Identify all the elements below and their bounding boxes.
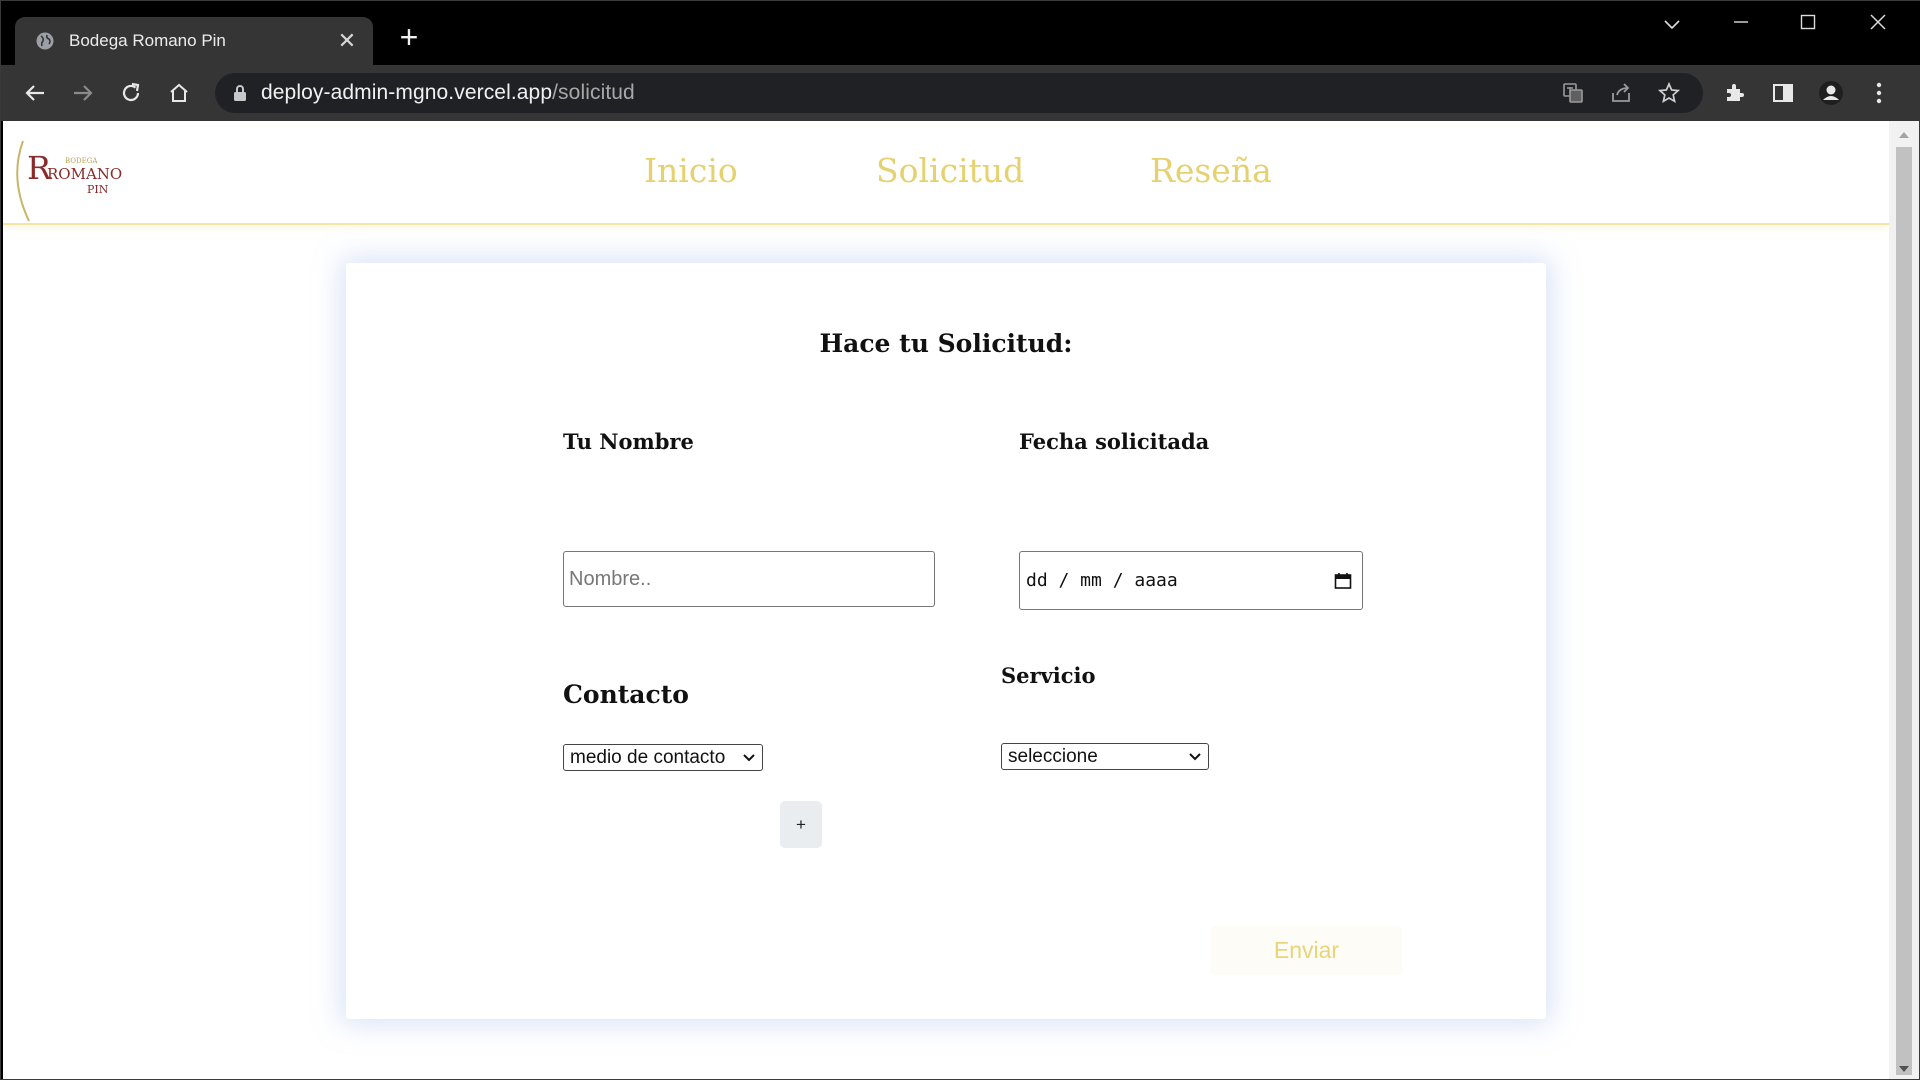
scroll-up-icon[interactable]: [1898, 129, 1910, 141]
contact-label: Contacto: [563, 680, 689, 709]
web-page: R BODEGA ROMANO PIN Inicio Solicitud Res…: [3, 121, 1889, 1079]
address-bar[interactable]: deploy-admin-mgno.vercel.app/solicitud: [215, 73, 1703, 113]
maximize-icon[interactable]: [1788, 9, 1828, 39]
date-input[interactable]: dd / mm / aaaa: [1019, 551, 1363, 610]
browser-tab[interactable]: Bodega Romano Pin ✕: [15, 17, 373, 65]
add-contact-button[interactable]: +: [780, 801, 822, 848]
profile-avatar-icon[interactable]: [1815, 77, 1847, 109]
home-icon[interactable]: [163, 77, 195, 109]
submit-button[interactable]: Enviar: [1211, 926, 1402, 975]
contact-select[interactable]: medio de contacto: [563, 744, 763, 771]
bookmark-star-icon[interactable]: [1655, 79, 1683, 107]
close-tab-icon[interactable]: ✕: [335, 30, 359, 52]
bodega-logo[interactable]: R BODEGA ROMANO PIN: [13, 139, 123, 223]
scroll-thumb[interactable]: [1896, 147, 1912, 1075]
request-form-card: Hace tu Solicitud: Tu Nombre Fecha solic…: [346, 263, 1546, 1019]
service-select[interactable]: seleccione: [1001, 743, 1209, 770]
share-icon[interactable]: [1607, 79, 1635, 107]
scroll-down-icon[interactable]: [1898, 1063, 1910, 1075]
tab-title: Bodega Romano Pin: [69, 31, 226, 50]
form-title: Hace tu Solicitud:: [819, 329, 1073, 358]
close-window-icon[interactable]: [1858, 9, 1898, 39]
menu-kebab-icon[interactable]: [1863, 77, 1895, 109]
globe-icon: [36, 32, 54, 50]
service-label: Servicio: [1001, 663, 1096, 688]
tab-strip: Bodega Romano Pin ✕ +: [1, 1, 1920, 65]
svg-text:BODEGA: BODEGA: [65, 157, 98, 165]
extensions-icon[interactable]: [1719, 77, 1751, 109]
nav-inicio[interactable]: Inicio: [644, 151, 738, 190]
chevron-down-icon: [1189, 752, 1201, 760]
date-label: Fecha solicitada: [1019, 429, 1210, 454]
reload-icon[interactable]: [115, 77, 147, 109]
forward-icon[interactable]: [67, 77, 99, 109]
browser-window: Bodega Romano Pin ✕ + deploy-admin-mgno.…: [0, 0, 1920, 1080]
minimize-icon[interactable]: [1721, 9, 1761, 39]
svg-text:ROMANO: ROMANO: [47, 165, 122, 183]
page-scrollbar[interactable]: [1889, 121, 1919, 1079]
calendar-icon[interactable]: [1334, 572, 1352, 590]
nav-solicitud[interactable]: Solicitud: [876, 151, 1024, 190]
back-icon[interactable]: [19, 77, 51, 109]
chevron-down-icon: [743, 753, 755, 761]
tab-search-icon[interactable]: [1652, 9, 1692, 39]
name-input[interactable]: [563, 551, 935, 607]
site-header: R BODEGA ROMANO PIN Inicio Solicitud Res…: [3, 121, 1889, 225]
lock-icon: [234, 85, 246, 101]
nav-resena[interactable]: Reseña: [1150, 151, 1272, 190]
new-tab-icon[interactable]: +: [395, 21, 423, 53]
browser-toolbar: deploy-admin-mgno.vercel.app/solicitud: [1, 65, 1920, 121]
name-label: Tu Nombre: [563, 429, 694, 454]
url-text: deploy-admin-mgno.vercel.app/solicitud: [261, 81, 635, 104]
side-panel-icon[interactable]: [1767, 77, 1799, 109]
svg-text:PIN: PIN: [87, 183, 109, 196]
translate-icon[interactable]: [1559, 79, 1587, 107]
